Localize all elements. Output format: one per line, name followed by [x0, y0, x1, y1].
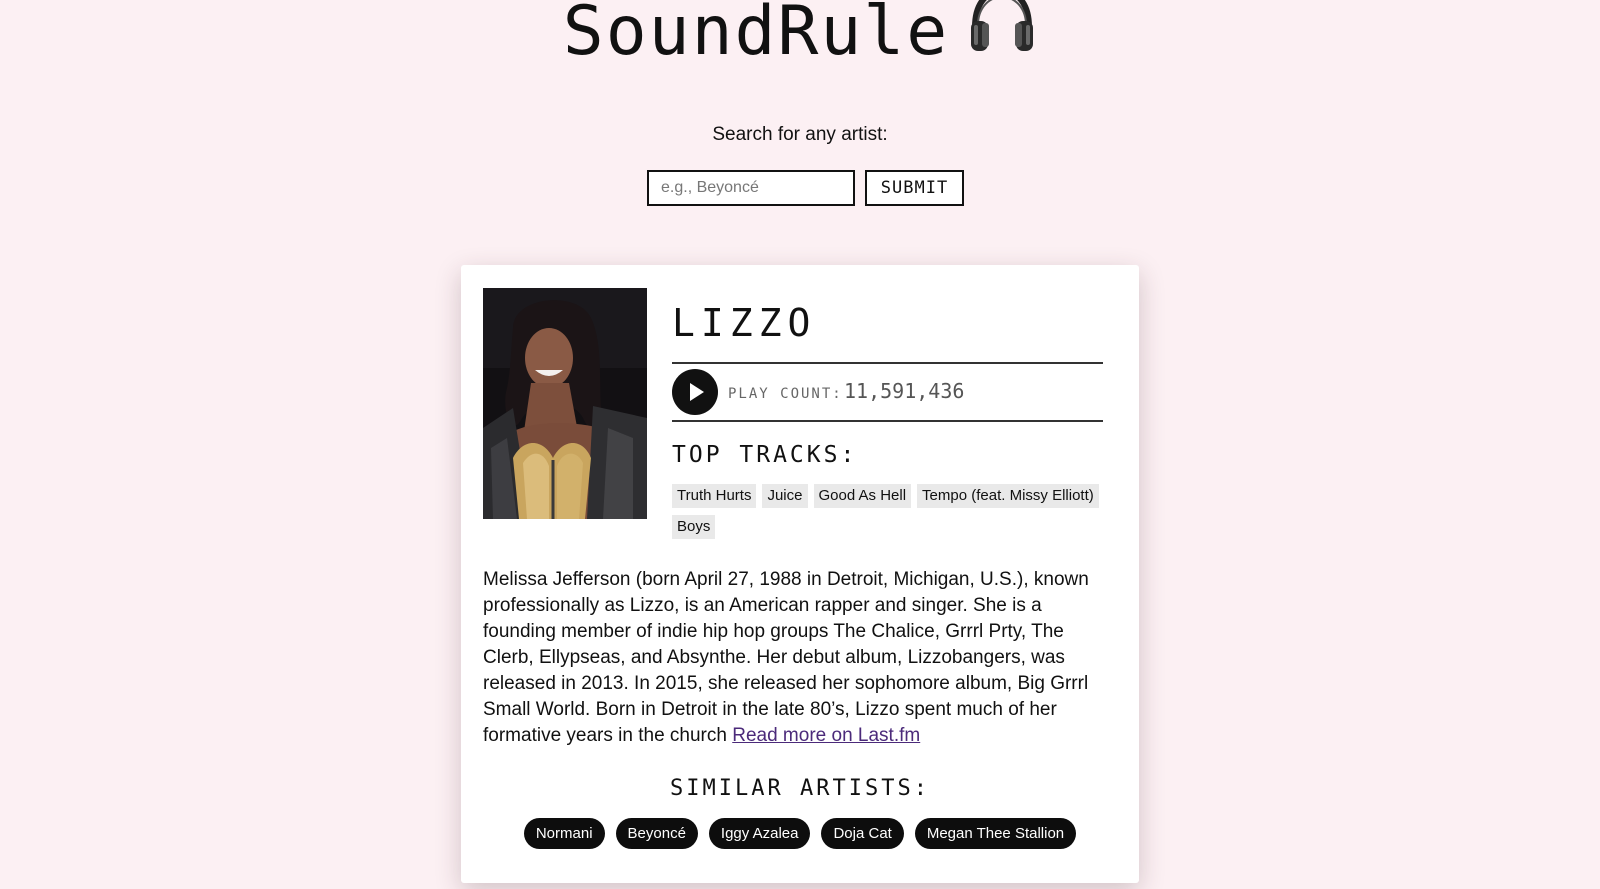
- artist-name: LIZZO: [672, 301, 817, 345]
- artist-card: LIZZO PLAY COUNT: 11,591,436 TOP TRACKS:…: [461, 265, 1139, 883]
- track-tag[interactable]: Tempo (feat. Missy Elliott): [917, 484, 1099, 508]
- submit-button[interactable]: SUBMIT: [865, 170, 964, 206]
- headphones-icon: [967, 0, 1037, 72]
- artist-bio-text: Melissa Jefferson (born April 27, 1988 i…: [483, 569, 1089, 746]
- divider: [672, 420, 1103, 422]
- play-button[interactable]: [672, 369, 718, 415]
- artist-search-input[interactable]: [647, 170, 855, 206]
- play-count-label: PLAY COUNT:: [728, 386, 843, 402]
- similar-artist-pill[interactable]: Beyoncé: [615, 818, 698, 849]
- artist-bio: Melissa Jefferson (born April 27, 1988 i…: [483, 567, 1119, 749]
- top-tracks-list: Truth Hurts Juice Good As Hell Tempo (fe…: [672, 484, 1112, 539]
- similar-artist-pill[interactable]: Megan Thee Stallion: [914, 818, 1077, 849]
- divider: [672, 362, 1103, 364]
- play-icon: [690, 383, 704, 401]
- track-tag[interactable]: Good As Hell: [813, 484, 912, 508]
- similar-artists-heading: SIMILAR ARTISTS:: [670, 776, 930, 801]
- read-more-link[interactable]: Read more on Last.fm: [732, 725, 920, 746]
- search-label: Search for any artist:: [712, 124, 888, 145]
- similar-artist-pill[interactable]: Doja Cat: [821, 818, 904, 849]
- similar-artist-pill[interactable]: Normani: [523, 818, 605, 849]
- track-tag[interactable]: Boys: [672, 515, 716, 539]
- app-title: SoundRule: [0, 0, 1600, 78]
- top-tracks-heading: TOP TRACKS:: [672, 442, 858, 468]
- search-form: SUBMIT: [647, 170, 964, 206]
- similar-artists-list: Normani Beyoncé Iggy Azalea Doja Cat Meg…: [461, 818, 1139, 849]
- play-count-value: 11,591,436: [844, 379, 965, 403]
- track-tag[interactable]: Juice: [762, 484, 808, 508]
- artist-photo: [483, 288, 647, 519]
- track-tag[interactable]: Truth Hurts: [672, 484, 757, 508]
- app-title-text: SoundRule: [562, 0, 950, 71]
- similar-artist-pill[interactable]: Iggy Azalea: [708, 818, 811, 849]
